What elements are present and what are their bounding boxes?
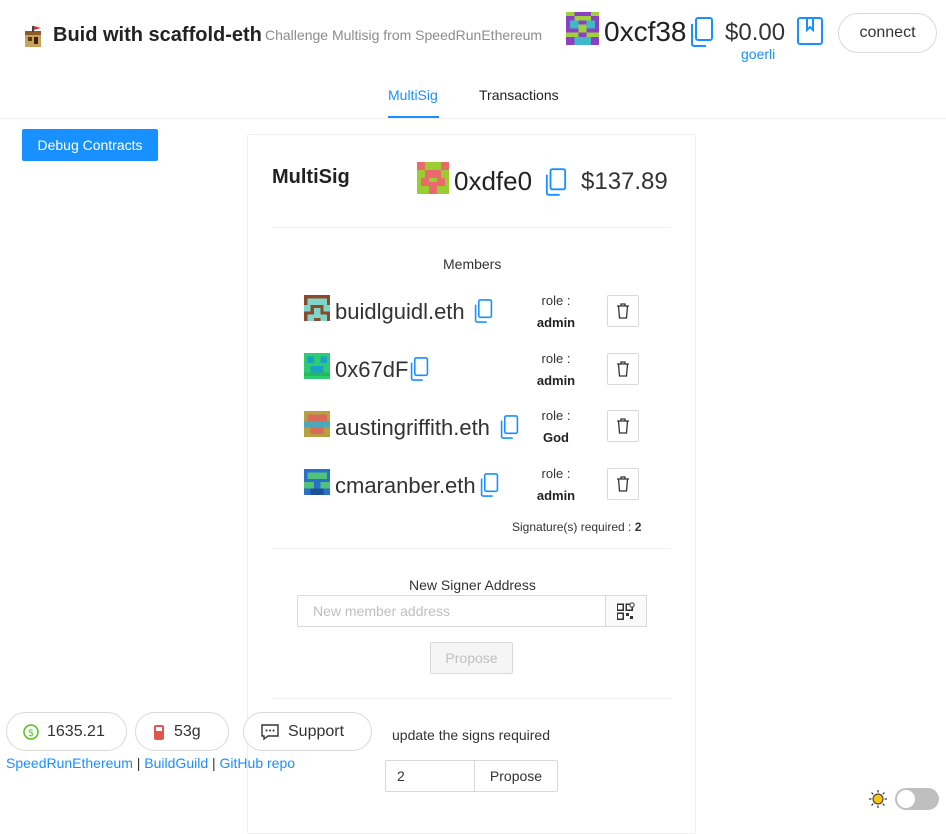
app-subtitle: Challenge Multisig from SpeedRunEthereum <box>265 27 543 43</box>
link-separator: | <box>136 755 141 771</box>
network-label: goerli <box>741 46 776 62</box>
link-separator: | <box>212 755 216 771</box>
account-address[interactable]: 0xcf38 <box>604 16 687 48</box>
member-name[interactable]: austingriffith.eth <box>335 415 490 441</box>
copy-icon[interactable] <box>410 357 429 386</box>
multisig-avatar <box>417 162 449 194</box>
delete-member-button[interactable] <box>607 353 639 385</box>
divider <box>272 227 671 228</box>
signatures-required: Signature(s) required : 2 <box>512 520 641 534</box>
member-avatar <box>304 353 330 379</box>
copy-icon[interactable] <box>480 473 499 502</box>
new-member-address-input[interactable]: New member address <box>297 595 606 627</box>
propose-signer-button[interactable]: Propose <box>430 642 513 674</box>
card-title: MultiSig <box>272 166 350 188</box>
debug-contracts-button[interactable]: Debug Contracts <box>22 129 158 161</box>
member-avatar <box>304 469 330 495</box>
new-signer-label: New Signer Address <box>409 577 536 593</box>
account-avatar <box>566 12 599 45</box>
signatures-value: 2 <box>634 520 642 534</box>
signs-required-input[interactable]: 2 <box>385 760 475 792</box>
tabs-divider <box>0 118 946 119</box>
copy-icon[interactable] <box>545 168 567 201</box>
role-label: role : <box>541 408 571 423</box>
member-name[interactable]: 0x67dF <box>335 357 408 383</box>
toggle-knob <box>897 790 915 808</box>
delete-member-button[interactable] <box>607 468 639 500</box>
multisig-balance: $137.89 <box>581 168 668 195</box>
eth-price-pill[interactable]: $ 1635.21 <box>6 712 127 751</box>
support-button[interactable]: Support <box>243 712 372 751</box>
trash-icon <box>617 476 629 492</box>
app-title[interactable]: Buid with scaffold-eth <box>53 24 262 47</box>
member-name[interactable]: cmaranber.eth <box>335 473 476 499</box>
eth-price: 1635.21 <box>47 722 105 740</box>
gas-price-pill[interactable]: 53g <box>135 712 229 751</box>
castle-logo-icon <box>22 25 46 49</box>
member-name[interactable]: buidlguidl.eth <box>335 299 465 325</box>
trash-icon <box>617 303 629 319</box>
wallet-icon[interactable] <box>797 17 823 50</box>
footer-links: SpeedRunEthereum | BuildGuild | GitHub r… <box>6 755 295 771</box>
chat-icon <box>261 723 279 740</box>
role-value: admin <box>536 315 576 330</box>
tab-transactions[interactable]: Transactions <box>479 87 559 103</box>
gas-price: 53g <box>174 722 201 740</box>
gas-pump-icon <box>154 724 164 740</box>
update-signs-label: update the signs required <box>392 727 550 743</box>
sun-icon <box>869 790 887 813</box>
role-label: role : <box>541 351 571 366</box>
copy-icon[interactable] <box>474 299 493 328</box>
divider <box>272 698 671 699</box>
copy-icon[interactable] <box>500 415 519 444</box>
dollar-icon: $ <box>23 723 39 740</box>
account-balance[interactable]: $0.00 <box>725 19 785 47</box>
propose-signs-button[interactable]: Propose <box>474 760 558 792</box>
qr-code-icon <box>617 602 635 620</box>
connect-button[interactable]: connect <box>838 13 937 53</box>
link-github-repo[interactable]: GitHub repo <box>220 755 295 771</box>
multisig-address[interactable]: 0xdfe0 <box>454 166 532 197</box>
member-avatar <box>304 411 330 437</box>
qr-scan-button[interactable] <box>605 595 647 627</box>
trash-icon <box>617 361 629 377</box>
delete-member-button[interactable] <box>607 410 639 442</box>
role-value: admin <box>536 373 576 388</box>
member-avatar <box>304 295 330 321</box>
signatures-label: Signature(s) required : <box>512 520 632 534</box>
role-label: role : <box>541 466 571 481</box>
tab-multisig[interactable]: MultiSig <box>388 87 438 103</box>
support-label: Support <box>288 722 345 740</box>
theme-toggle[interactable] <box>895 788 939 810</box>
divider <box>272 548 671 549</box>
role-label: role : <box>541 293 571 308</box>
copy-icon[interactable] <box>690 17 714 52</box>
link-buildguild[interactable]: BuildGuild <box>144 755 208 771</box>
trash-icon <box>617 418 629 434</box>
svg-text:$: $ <box>28 728 34 739</box>
members-title: Members <box>443 256 502 272</box>
role-value: God <box>543 430 569 445</box>
role-value: admin <box>536 488 576 503</box>
delete-member-button[interactable] <box>607 295 639 327</box>
link-speedrunethereum[interactable]: SpeedRunEthereum <box>6 755 133 771</box>
